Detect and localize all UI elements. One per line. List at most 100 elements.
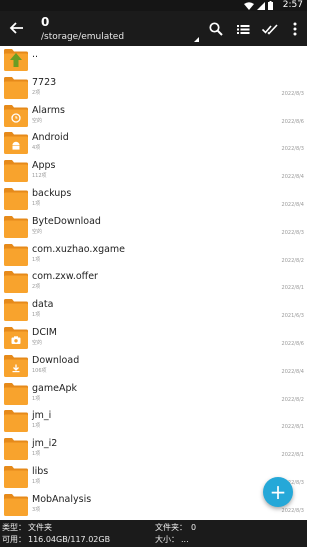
status-time: 2:57 [282, 0, 303, 10]
search-icon[interactable] [208, 21, 224, 37]
folder-date: 2022/8/4 [281, 368, 304, 375]
folder-android-icon [4, 132, 28, 155]
folder-icon [4, 438, 28, 461]
folder-icon [4, 410, 28, 433]
folder-item-count: 106项 [32, 367, 47, 374]
folder-icon [4, 493, 28, 516]
select-all-icon[interactable] [262, 21, 278, 37]
folder-item-count: 1项 [32, 312, 41, 319]
folder-up-arrow-icon [4, 49, 28, 71]
more-options-icon[interactable] [287, 21, 303, 37]
signal-icon [257, 1, 265, 10]
folder-row[interactable]: com.xuzhao.xgame 1项 2022/8/2 [0, 241, 307, 269]
folder-item-count: 1项 [32, 451, 41, 458]
folder-date: 2022/8/3 [281, 90, 304, 97]
folder-name: com.xuzhao.xgame [32, 243, 126, 255]
folder-date: 2022/8/2 [281, 396, 304, 403]
folder-download-icon [4, 354, 28, 377]
folder-name: com.zxw.offer [32, 271, 98, 283]
folder-date: 2022/8/2 [281, 257, 304, 264]
folder-row[interactable]: MobAnalysis 3项 2022/8/3 [0, 491, 307, 519]
folder-row[interactable]: DCIM 空的 2022/8/6 [0, 324, 307, 352]
type-label: 类型： [2, 523, 26, 532]
folder-item-count: 1项 [32, 201, 41, 207]
info-footer: 类型： 文件夹 可用： 116.04GB/117.02GB 文件夹： 0 大小：… [0, 520, 307, 547]
folder-date: 2022/8/6 [281, 118, 304, 125]
folder-item-count: 空的 [32, 340, 43, 346]
folder-name: Alarms [32, 104, 65, 116]
folder-name: backups [32, 188, 72, 199]
folder-date: 2022/8/4 [281, 202, 304, 208]
status-bar: 2:57 [0, 0, 307, 11]
folders-value: 0 [191, 523, 197, 532]
folder-item-count: 3项 [32, 506, 41, 513]
folder-date: 2022/8/1 [281, 452, 304, 459]
available-label: 可用： [2, 535, 26, 544]
folder-row[interactable]: Alarms 空的 2022/8/6 [0, 102, 307, 130]
folder-date: 2022/8/4 [281, 174, 304, 181]
folder-item-count: 1项 [32, 395, 41, 402]
plus-icon: + [269, 480, 287, 504]
folder-icon [4, 299, 28, 322]
available-value: 116.04GB/117.02GB [28, 535, 111, 544]
folder-item-count: 4项 [32, 145, 41, 152]
folder-name: DCIM [32, 327, 57, 338]
add-button[interactable]: + [263, 477, 293, 507]
folder-name: ByteDownload [32, 215, 101, 227]
folder-name: 7723 [32, 76, 57, 88]
folder-camera-icon [4, 327, 28, 349]
folder-icon [4, 243, 28, 266]
path-dropdown-icon[interactable] [194, 37, 199, 42]
folder-date: 2022/8/3 [281, 229, 304, 236]
folder-date: 2022/8/3 [281, 507, 304, 514]
folder-item-count: 2项 [32, 89, 41, 96]
file-list: .. 7723 2项 2022/8/3 Alarms 空的 2022/8/6 Android 4… [0, 46, 307, 520]
type-value: 文件夹 [28, 523, 52, 532]
folder-row[interactable]: Download 106项 2022/8/4 [0, 352, 307, 380]
folder-name: Android [32, 132, 69, 144]
folder-icon [4, 160, 28, 183]
folders-label: 文件夹： [155, 523, 187, 532]
folder-row[interactable]: jm_i 1项 2022/8/1 [0, 407, 307, 435]
folder-name: gameApk [32, 382, 77, 394]
folder-date: 2022/8/6 [281, 341, 304, 347]
folder-date: 2022/8/1 [281, 424, 304, 431]
folder-icon [4, 215, 28, 238]
status-icons [244, 1, 273, 10]
folder-icon [4, 466, 28, 488]
folder-alarm-icon [4, 104, 28, 127]
folder-row[interactable]: com.zxw.offer 2项 2022/8/1 [0, 268, 307, 296]
folder-icon [4, 382, 28, 405]
folder-row[interactable]: Apps 112项 2022/8/4 [0, 157, 307, 185]
back-arrow-icon[interactable] [8, 20, 24, 36]
app-bar: 0 /storage/emulated [0, 11, 307, 46]
folder-name: .. [32, 49, 39, 60]
folder-row[interactable]: Android 4项 2022/8/3 [0, 129, 307, 157]
folder-item-count: 空的 [32, 228, 43, 235]
folder-item-count: 1项 [32, 256, 41, 263]
folder-name: Apps [32, 160, 56, 172]
folder-row[interactable]: .. [0, 46, 307, 74]
folder-icon [4, 188, 28, 210]
folder-name: libs [32, 466, 49, 477]
folder-item-count: 2项 [32, 284, 41, 291]
folder-row[interactable]: backups 1项 2022/8/4 [0, 185, 307, 213]
folder-date: 2022/8/3 [281, 146, 304, 153]
folder-icon [4, 76, 28, 99]
folder-title: 0 [41, 15, 50, 29]
folder-row[interactable]: data 1项 2021/6/3 [0, 296, 307, 324]
list-view-icon[interactable] [235, 21, 251, 37]
folder-icon [4, 271, 28, 294]
folder-name: MobAnalysis [32, 493, 92, 505]
folder-row[interactable]: ByteDownload 空的 2022/8/3 [0, 213, 307, 241]
wifi-icon [244, 1, 254, 10]
path-label[interactable]: /storage/emulated [41, 32, 124, 43]
folder-row[interactable]: libs 1项 2022/8/3 [0, 463, 307, 491]
folder-name: jm_i [32, 410, 52, 422]
folder-row[interactable]: 7723 2项 2022/8/3 [0, 74, 307, 102]
folder-item-count: 空的 [32, 117, 43, 124]
size-value: ... [181, 535, 189, 544]
folder-date: 2022/8/1 [281, 285, 304, 292]
folder-row[interactable]: gameApk 1项 2022/8/2 [0, 380, 307, 408]
folder-row[interactable]: jm_i2 1项 2022/8/1 [0, 435, 307, 463]
